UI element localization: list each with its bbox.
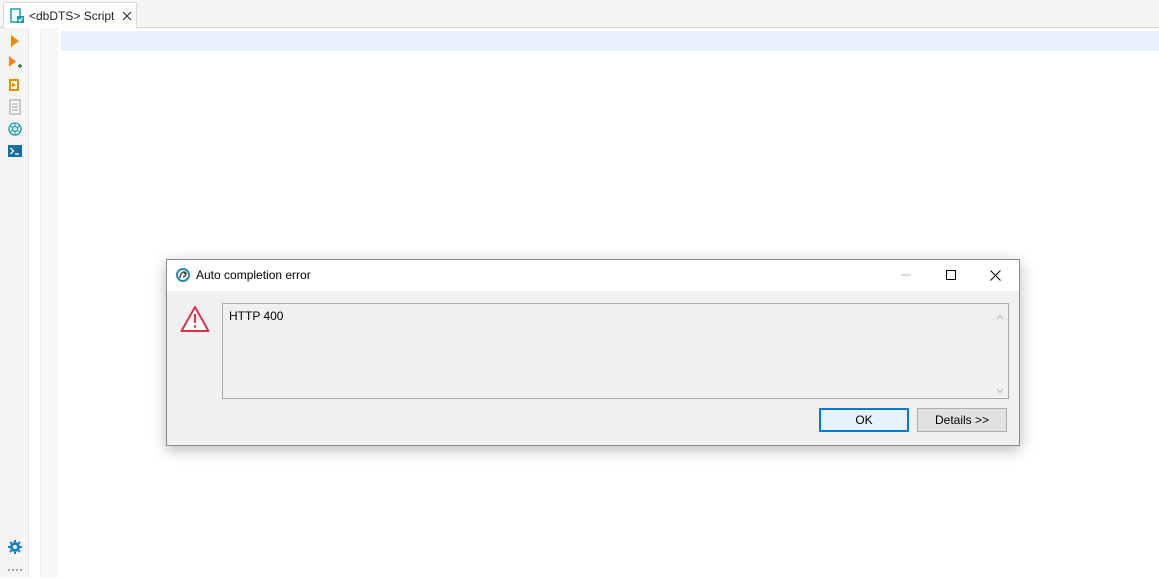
auto-completion-error-dialog: Auto completion error HTTP 400 OK Detail… <box>166 259 1020 446</box>
tab-dbdts-script[interactable]: <dbDTS> Script <box>3 2 137 28</box>
run-new-icon[interactable] <box>7 55 23 71</box>
editor-ruler <box>29 28 41 577</box>
current-line-highlight <box>61 31 1159 51</box>
script-file-icon <box>9 7 25 24</box>
details-button[interactable]: Details >> <box>917 408 1007 432</box>
openai-icon[interactable] <box>7 121 23 137</box>
app-logo-icon <box>175 267 191 283</box>
settings-gear-icon[interactable] <box>7 539 23 555</box>
dialog-titlebar[interactable]: Auto completion error <box>167 260 1019 291</box>
line-number-gutter <box>41 28 58 577</box>
run-icon[interactable] <box>7 33 23 49</box>
terminal-icon[interactable] <box>7 143 23 159</box>
error-message-box[interactable]: HTTP 400 <box>222 303 1009 399</box>
ok-button[interactable]: OK <box>819 408 909 432</box>
minimize-icon[interactable] <box>883 260 928 290</box>
dialog-title: Auto completion error <box>196 268 311 282</box>
close-icon[interactable] <box>121 10 133 22</box>
editor-tab-bar: <dbDTS> Script <box>0 0 1159 28</box>
warning-icon <box>180 305 210 333</box>
script-icon[interactable] <box>7 77 23 93</box>
scroll-up-icon[interactable] <box>996 310 1004 320</box>
maximize-icon[interactable] <box>928 260 973 290</box>
more-dots-icon[interactable] <box>7 562 23 578</box>
document-icon[interactable] <box>7 99 23 115</box>
editor-toolbar <box>0 28 29 577</box>
error-message-text: HTTP 400 <box>229 309 284 323</box>
scroll-down-icon[interactable] <box>996 384 1004 394</box>
close-icon[interactable] <box>973 260 1018 290</box>
tab-label: <dbDTS> Script <box>29 8 115 23</box>
